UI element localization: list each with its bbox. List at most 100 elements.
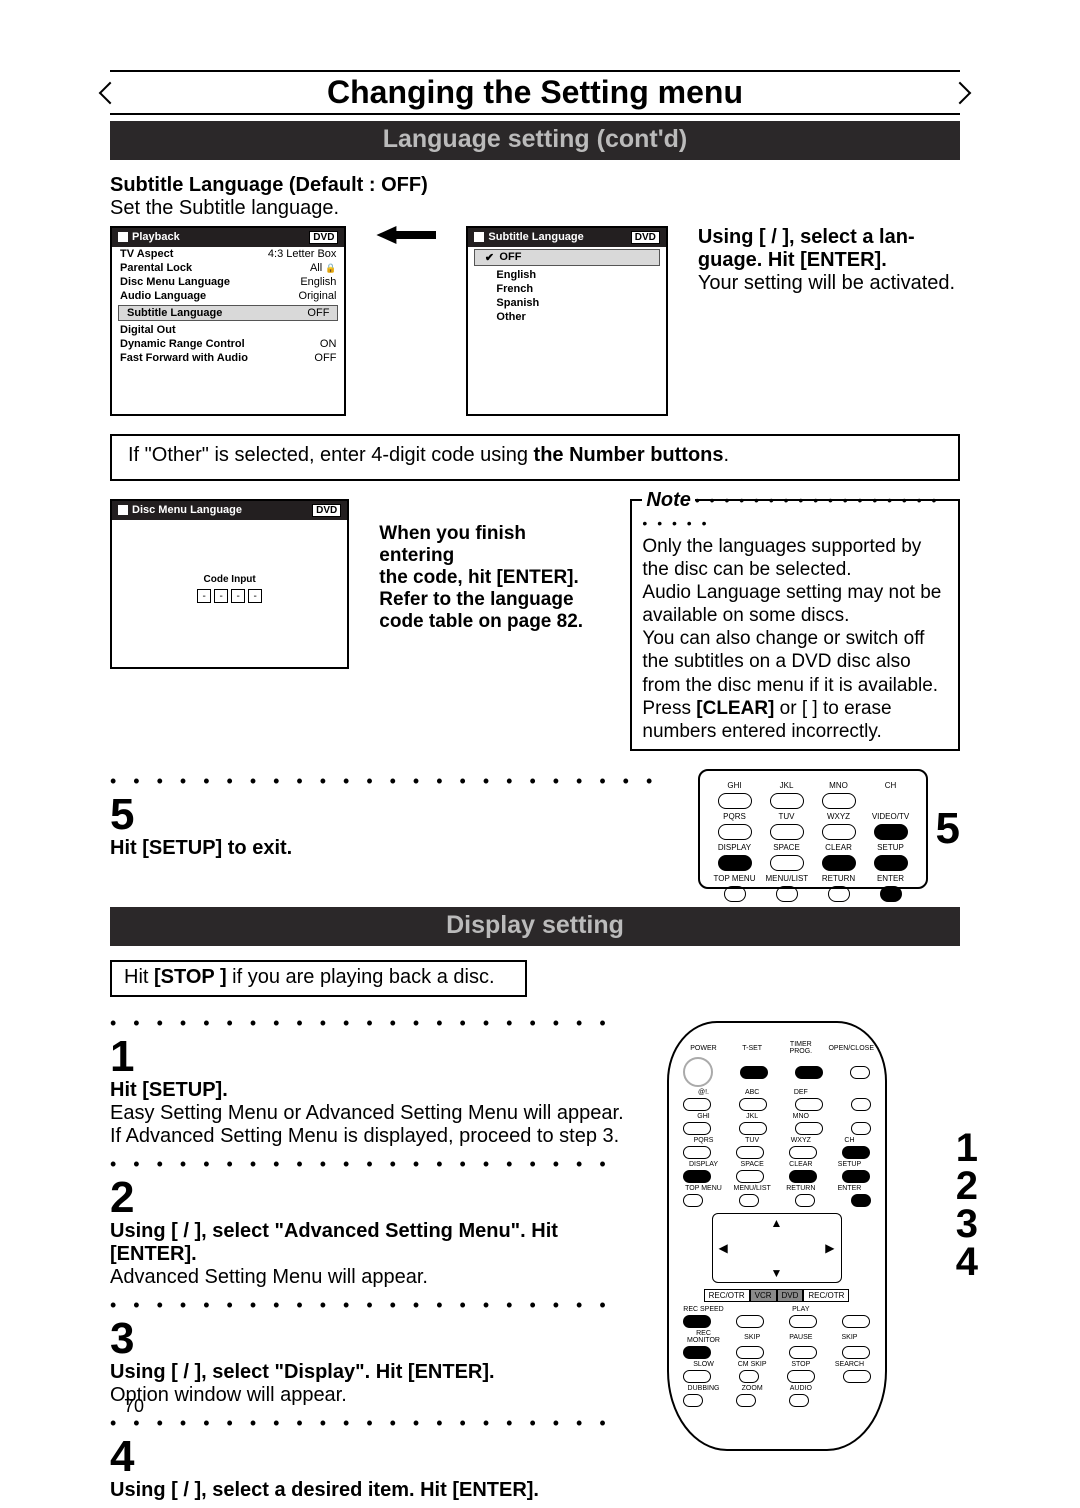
- dpad[interactable]: ▲ ▼ ◀ ▶: [712, 1213, 842, 1283]
- tab-recotr-l[interactable]: REC/OTR: [704, 1289, 750, 1302]
- rp-r4c3: ENTER: [870, 874, 912, 883]
- mode-tabs: REC/OTR VCR DVD REC/OTR: [683, 1289, 871, 1302]
- clear-button[interactable]: [822, 855, 856, 871]
- rf-audio[interactable]: [789, 1394, 809, 1407]
- sub-item-2: French: [476, 283, 533, 295]
- rf-cmskip[interactable]: [739, 1370, 759, 1383]
- rf-b2-2: PAUSE: [780, 1334, 822, 1341]
- display-button[interactable]: [718, 855, 752, 871]
- note-line-4: Press [CLEAR] or [ ] to erase numbers en…: [642, 697, 952, 743]
- rf-ch-dn[interactable]: [851, 1122, 871, 1135]
- num-7-button[interactable]: [718, 824, 752, 840]
- rf-play[interactable]: [789, 1315, 817, 1328]
- rf-num-9[interactable]: [789, 1146, 817, 1159]
- topmenu-button[interactable]: [724, 886, 746, 902]
- dpad-right-icon[interactable]: ▶: [825, 1241, 834, 1255]
- rf-num-2[interactable]: [739, 1098, 767, 1111]
- rf-setup[interactable]: [842, 1170, 870, 1183]
- note-l4b: [CLEAR]: [696, 698, 774, 719]
- step-5-number: 5: [110, 793, 668, 837]
- setup-button[interactable]: [874, 855, 908, 871]
- menulist-button[interactable]: [776, 886, 798, 902]
- rf-recspeed[interactable]: [683, 1315, 711, 1328]
- step-5-text: Hit [SETUP] to exit.: [110, 837, 668, 860]
- dpad-up-icon[interactable]: ▲: [771, 1216, 783, 1230]
- tab-recotr-r[interactable]: REC/OTR: [803, 1289, 849, 1302]
- rf-n4-1: SPACE: [731, 1161, 773, 1168]
- note-box: Note• • • • • • • • • • • • • • • • • • …: [630, 499, 960, 751]
- rp-r2c2: WXYZ: [818, 812, 860, 821]
- rp-r1c3: CH: [870, 781, 912, 790]
- pb-row-6-r: ON: [320, 338, 337, 350]
- return-button[interactable]: [828, 886, 850, 902]
- rf-dubbing[interactable]: [683, 1394, 703, 1407]
- rf-num-0[interactable]: [736, 1170, 764, 1183]
- rf-b2-1: SKIP: [731, 1334, 773, 1341]
- step-4-head: Using [ / ], select a desired item. Hit …: [110, 1479, 629, 1502]
- timerprog-button[interactable]: [795, 1066, 823, 1079]
- rf-pause[interactable]: [789, 1346, 817, 1359]
- tab-vcr[interactable]: VCR: [750, 1289, 777, 1302]
- rf-menulist[interactable]: [739, 1194, 759, 1207]
- rf-top-0: POWER: [683, 1045, 725, 1052]
- num-4-button[interactable]: [718, 793, 752, 809]
- rf-b2-0: REC MONITOR: [683, 1330, 725, 1344]
- rf-slow[interactable]: [683, 1370, 711, 1383]
- dpad-left-icon[interactable]: ◀: [719, 1241, 728, 1255]
- rf-n3-2: WXYZ: [780, 1137, 822, 1144]
- rf-skip-f[interactable]: [842, 1346, 870, 1359]
- rf-videotv[interactable]: [842, 1146, 870, 1159]
- rp-r3c2: CLEAR: [818, 843, 860, 852]
- step-2-head: Using [ / ], select "Advanced Setting Me…: [110, 1220, 629, 1266]
- menu-row: Playback DVD TV Aspect4:3 Letter Box Par…: [110, 226, 960, 416]
- power-button[interactable]: [683, 1057, 713, 1087]
- sub-menu-tag: DVD: [631, 231, 660, 244]
- rf-num-7[interactable]: [683, 1146, 711, 1159]
- other-bold: the Number buttons: [534, 444, 724, 466]
- num-5-button[interactable]: [770, 793, 804, 809]
- num-9-button[interactable]: [822, 824, 856, 840]
- rf-n3-3: CH: [828, 1137, 870, 1144]
- enter-button[interactable]: [880, 886, 902, 902]
- dpad-down-icon[interactable]: ▼: [771, 1266, 783, 1280]
- rf-display[interactable]: [683, 1170, 711, 1183]
- rf-num-3[interactable]: [795, 1098, 823, 1111]
- rf-n2-1: JKL: [731, 1113, 773, 1120]
- sel-lang-line3: Your setting will be activated.: [698, 272, 955, 294]
- rf-n1-2: DEF: [780, 1089, 822, 1096]
- side-4: 4: [956, 1243, 978, 1281]
- rf-num-6[interactable]: [795, 1122, 823, 1135]
- rf-ch-up[interactable]: [851, 1098, 871, 1111]
- num-6-button[interactable]: [822, 793, 856, 809]
- rf-search[interactable]: [843, 1370, 871, 1383]
- rf-enter[interactable]: [851, 1194, 871, 1207]
- rf-num-4[interactable]: [683, 1122, 711, 1135]
- rf-return[interactable]: [795, 1194, 815, 1207]
- num-0-button[interactable]: [770, 855, 804, 871]
- pb-row-2-r: English: [300, 276, 336, 288]
- tset-button[interactable]: [740, 1066, 768, 1079]
- num-8-button[interactable]: [770, 824, 804, 840]
- rf-n1-1: ABC: [731, 1089, 773, 1096]
- rf-num-8[interactable]: [736, 1146, 764, 1159]
- side-3: 3: [956, 1205, 978, 1243]
- tab-dvd[interactable]: DVD: [777, 1289, 804, 1302]
- pb-row-7-l: Fast Forward with Audio: [120, 352, 248, 364]
- rf-skip-b[interactable]: [736, 1346, 764, 1359]
- rf-topmenu[interactable]: [683, 1194, 703, 1207]
- rf-num-1[interactable]: [683, 1098, 711, 1111]
- rf-ff[interactable]: [842, 1315, 870, 1328]
- rf-recmonitor[interactable]: [683, 1346, 711, 1359]
- rf-zoom[interactable]: [736, 1394, 756, 1407]
- subtitle-submenu-osd: Subtitle Language DVD ✔OFF English Frenc…: [466, 226, 667, 416]
- rp-r4c2: RETURN: [818, 874, 860, 883]
- rf-rew[interactable]: [736, 1315, 764, 1328]
- video-tv-button[interactable]: [874, 824, 908, 840]
- step-1-number: 1: [110, 1035, 629, 1079]
- rf-stop[interactable]: [787, 1370, 815, 1383]
- rf-num-5[interactable]: [739, 1122, 767, 1135]
- openclose-button[interactable]: [850, 1066, 870, 1079]
- pb-row-1-l: Parental Lock: [120, 262, 192, 274]
- rf-clear[interactable]: [789, 1170, 817, 1183]
- code-instructions: When you finish entering the code, hit […: [379, 499, 600, 633]
